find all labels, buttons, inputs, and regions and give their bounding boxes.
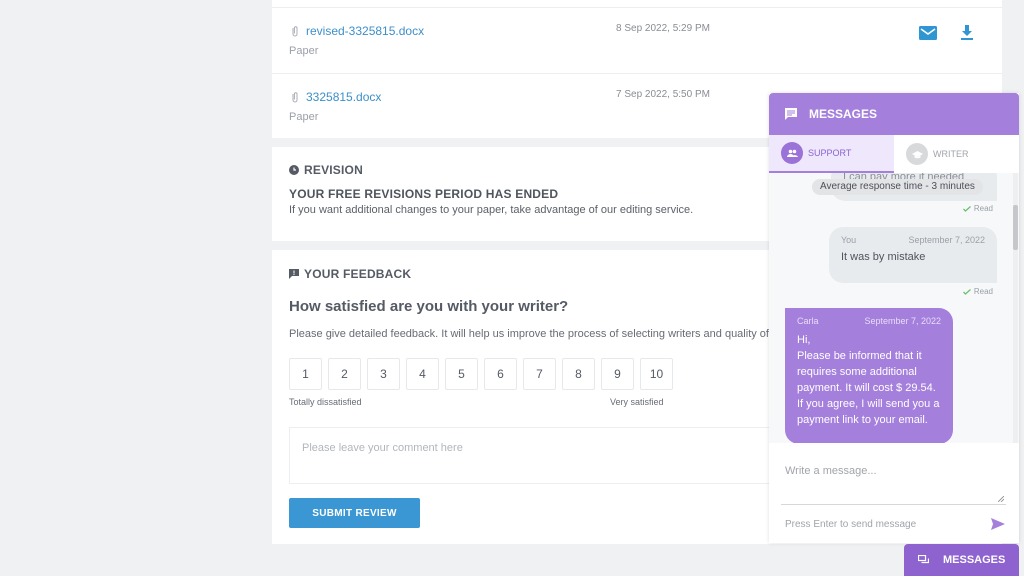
tab-writer[interactable]: WRITER [894,135,1019,173]
rating-button-9[interactable]: 9 [601,358,634,390]
send-icon[interactable] [991,518,1005,530]
graduation-cap-icon [911,150,923,158]
rating-button-4[interactable]: 4 [406,358,439,390]
group-icon [786,149,798,157]
feedback-question: How satisfied are you with your writer? [289,298,569,315]
mail-icon[interactable] [919,26,937,40]
resize-handle-icon[interactable] [998,496,1004,502]
chat-bubbles-icon [918,554,929,563]
read-status: Read [962,204,993,213]
thread-scrollbar[interactable] [1013,173,1018,443]
clock-icon [289,165,299,175]
rating-button-1[interactable]: 1 [289,358,322,390]
file-type: Paper [289,111,319,123]
paperclip-icon [292,26,298,37]
rating-button-3[interactable]: 3 [367,358,400,390]
file-date: 7 Sep 2022, 5:50 PM [616,89,710,100]
messages-panel: MESSAGES SUPPORT WRITER I can pay more i… [769,93,1019,543]
tab-support[interactable]: SUPPORT [769,135,894,173]
send-hint: Press Enter to send message [785,519,917,530]
rating-low-label: Totally dissatisfied [289,397,362,407]
rating-button-8[interactable]: 8 [562,358,595,390]
rating-button-5[interactable]: 5 [445,358,478,390]
feedback-icon [289,269,299,279]
file-type: Paper [289,45,319,57]
file-row: revised-3325815.docx Paper 8 Sep 2022, 5… [272,7,1002,73]
paperclip-icon [292,92,298,103]
message-bubble-you: You September 7, 2022 It was by mistake [829,227,997,283]
revision-title: REVISION [289,163,363,177]
read-status: Read [962,287,993,296]
rating-button-6[interactable]: 6 [484,358,517,390]
file-link[interactable]: revised-3325815.docx [289,24,424,38]
message-text: It was by mistake [841,251,926,263]
submit-review-button[interactable]: SUBMIT REVIEW [289,498,420,528]
message-input[interactable]: Write a message... [781,455,1006,505]
rating-button-2[interactable]: 2 [328,358,361,390]
message-author: Carla [797,316,819,326]
response-time-tooltip: Average response time - 3 minutes [812,179,983,195]
feedback-description: Please give detailed feedback. It will h… [289,328,769,340]
message-date: September 7, 2022 [864,316,941,326]
rating-button-10[interactable]: 10 [640,358,673,390]
revision-text: If you want additional changes to your p… [289,204,694,216]
check-icon [962,288,971,295]
message-text: Hi, Please be informed that it requires … [797,334,940,426]
rating-button-7[interactable]: 7 [523,358,556,390]
scrollbar-thumb[interactable] [1013,205,1018,250]
file-date: 8 Sep 2022, 5:29 PM [616,23,710,34]
messages-toggle-button[interactable]: MESSAGES [904,544,1019,576]
message-thread: I can pay more if needed Average respons… [769,173,1019,443]
download-icon[interactable] [960,25,974,41]
rating-high-label: Very satisfied [610,397,664,407]
file-name-text: 3325815.docx [306,90,382,104]
message-author: You [841,235,857,245]
check-icon [962,205,971,212]
chat-icon [785,108,797,120]
messages-tabs: SUPPORT WRITER [769,135,1019,173]
revision-heading: YOUR FREE REVISIONS PERIOD HAS ENDED [289,187,559,201]
file-name-text: revised-3325815.docx [306,24,425,38]
messages-header: MESSAGES [769,93,1019,135]
message-date: September 7, 2022 [908,235,985,245]
rating-scale: 1 2 3 4 5 6 7 8 9 10 [289,358,673,390]
file-link[interactable]: 3325815.docx [289,90,381,104]
feedback-title: YOUR FEEDBACK [289,267,411,281]
message-bubble-carla: Carla September 7, 2022 Hi, Please be in… [785,308,953,443]
